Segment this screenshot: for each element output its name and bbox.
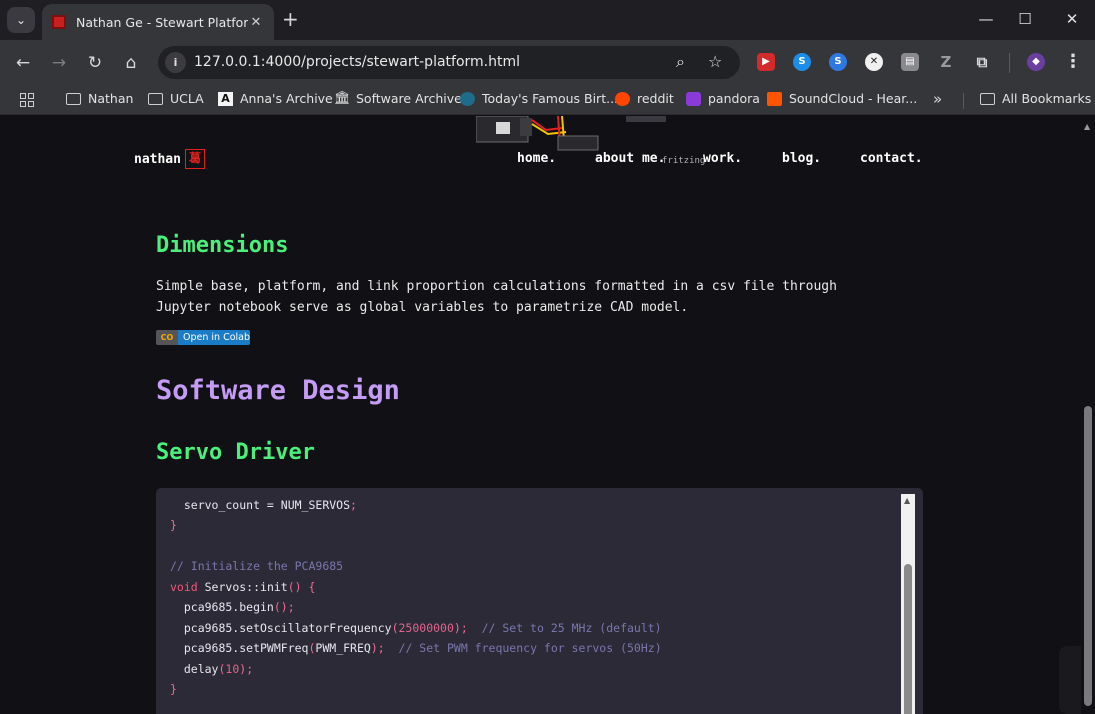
- site-info-icon[interactable]: i: [165, 52, 186, 73]
- page-scroll-thumb[interactable]: [1084, 406, 1092, 706]
- code-line: pca9685.begin();: [170, 600, 295, 614]
- code-line: }: [170, 682, 177, 696]
- menu-kebab-icon[interactable]: ⋮: [1064, 51, 1082, 72]
- tab-strip: ⌄ Nathan Ge - Stewart Platform ✕ + — ☐ ✕: [0, 0, 1095, 40]
- zoom-icon[interactable]: ⌕: [676, 52, 685, 72]
- bookmarks-bar: Nathan UCLA A Anna's Archive 🏛 Software Ar…: [0, 85, 1095, 115]
- annas-archive-icon: A: [218, 91, 233, 106]
- page-scroll-up-arrow-icon[interactable]: ▲: [1084, 122, 1090, 131]
- browser-toolbar: ← → ↻ ⌂ i 127.0.0.1:4000/projects/stewar…: [0, 40, 1095, 85]
- nav-blog[interactable]: blog.: [782, 151, 821, 166]
- bookmark-famous-birthdays[interactable]: Today's Famous Birt...: [460, 91, 618, 106]
- youtube-extension-icon[interactable]: ▶: [757, 53, 775, 71]
- tab-title: Nathan Ge - Stewart Platform: [76, 14, 248, 30]
- bookmark-software-archive[interactable]: 🏛 Software Archive: [334, 91, 462, 106]
- notes-extension-icon[interactable]: ▤: [901, 53, 919, 71]
- bookmark-all-bookmarks[interactable]: All Bookmarks: [980, 91, 1091, 106]
- folder-icon: [66, 92, 81, 105]
- colab-badge-label: Open in Colab: [178, 330, 250, 345]
- code-line: }: [170, 518, 177, 532]
- address-bar[interactable]: i 127.0.0.1:4000/projects/stewart-platfo…: [158, 46, 740, 79]
- software-design-heading: Software Design: [156, 375, 400, 406]
- home-icon[interactable]: ⌂: [120, 52, 142, 74]
- code-comment-line: // Initialize the PCA9685: [170, 559, 344, 573]
- bookmarks-overflow-icon[interactable]: »: [933, 90, 942, 108]
- code-line: servo_count = NUM_SERVOS;: [170, 498, 357, 512]
- scroll-up-arrow-icon[interactable]: ▲: [904, 496, 910, 505]
- back-arrow-icon[interactable]: ←: [12, 52, 34, 74]
- bookmark-star-icon[interactable]: ☆: [708, 52, 722, 71]
- pandora-icon: [686, 91, 701, 106]
- famous-birthdays-icon: [460, 91, 475, 106]
- logo-text: nathan: [134, 151, 181, 167]
- soundcloud-icon: [767, 91, 782, 106]
- folder-icon: [148, 92, 163, 105]
- bookmark-soundcloud[interactable]: SoundCloud - Hear...: [767, 91, 917, 106]
- servo-driver-heading: Servo Driver: [156, 440, 315, 465]
- reload-icon[interactable]: ↻: [84, 52, 106, 74]
- tab-close-icon[interactable]: ✕: [248, 15, 264, 30]
- new-tab-plus-icon[interactable]: +: [282, 9, 299, 29]
- logo-seal-icon: 葛: [184, 149, 205, 169]
- tab-stewart-platform[interactable]: Nathan Ge - Stewart Platform ✕: [42, 4, 274, 40]
- folder-icon: [980, 92, 995, 105]
- open-in-colab-badge[interactable]: CO Open in Colab: [156, 330, 250, 345]
- tab-search-chevron-icon[interactable]: ⌄: [7, 7, 35, 33]
- bookmarks-divider: [963, 93, 964, 109]
- fritzing-label: fritzing: [662, 156, 706, 166]
- code-line: pca9685.setPWMFreq(PWM_FREQ); // Set PWM…: [170, 641, 662, 655]
- profile-avatar[interactable]: ◆: [1027, 53, 1045, 71]
- nav-home[interactable]: home.: [517, 151, 556, 166]
- code-line: delay(10);: [170, 662, 254, 676]
- bookmark-pandora[interactable]: pandora: [686, 91, 760, 106]
- close-window-icon[interactable]: ✕: [1062, 10, 1082, 28]
- page-scrollbar[interactable]: ▲: [1081, 116, 1095, 714]
- code-block[interactable]: servo_count = NUM_SERVOS; } // Initializ…: [156, 488, 923, 714]
- dimensions-heading: Dimensions: [156, 233, 289, 258]
- apps-grid-icon[interactable]: [20, 93, 34, 107]
- page-viewport: nathan 葛 home. about me. fritzing work. …: [0, 116, 1081, 714]
- nav-contact[interactable]: contact.: [860, 151, 923, 166]
- reddit-icon: [615, 91, 630, 106]
- forward-arrow-icon[interactable]: →: [48, 52, 70, 74]
- toolbar-divider: [1009, 53, 1010, 73]
- extensions-puzzle-icon[interactable]: ⧉: [973, 53, 991, 71]
- nav-work[interactable]: work.: [703, 151, 742, 166]
- colab-logo-icon: CO: [156, 330, 178, 345]
- stewart-platform-illustration: [476, 116, 666, 151]
- bookmark-ucla[interactable]: UCLA: [148, 91, 204, 106]
- code-scroll-thumb[interactable]: [904, 564, 912, 714]
- url-text[interactable]: 127.0.0.1:4000/projects/stewart-platform…: [194, 54, 520, 70]
- bookmark-annas-archive[interactable]: A Anna's Archive: [218, 91, 333, 106]
- bookmark-nathan[interactable]: Nathan: [66, 91, 133, 106]
- corner-widget[interactable]: [1059, 646, 1081, 714]
- dimensions-paragraph: Simple base, platform, and link proporti…: [156, 279, 837, 315]
- site-favicon-icon: [52, 15, 66, 29]
- code-line: pca9685.setOscillatorFrequency(25000000)…: [170, 621, 662, 635]
- nav-about[interactable]: about me.: [595, 151, 665, 166]
- site-logo[interactable]: nathan 葛: [134, 149, 205, 169]
- archive-icon: 🏛: [334, 90, 351, 106]
- z-extension-icon[interactable]: Z: [937, 53, 955, 71]
- code-scrollbar[interactable]: ▲: [901, 494, 915, 714]
- bookmark-reddit[interactable]: reddit: [615, 91, 674, 106]
- minimize-icon[interactable]: —: [976, 10, 996, 28]
- sync-extension-icon[interactable]: S: [829, 53, 847, 71]
- maximize-icon[interactable]: ☐: [1015, 10, 1035, 28]
- close-x-extension-icon[interactable]: ✕: [865, 53, 883, 71]
- code-line: void Servos::init() {: [170, 580, 316, 594]
- shazam-extension-icon[interactable]: S: [793, 53, 811, 71]
